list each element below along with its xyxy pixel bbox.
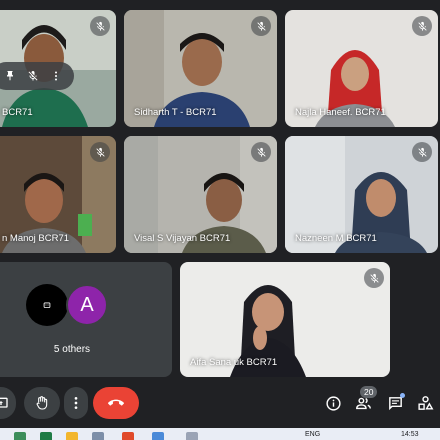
activities-icon xyxy=(417,395,433,410)
participant-name: Sidharth T - BCR71 xyxy=(134,107,217,118)
end-call-icon xyxy=(108,399,124,406)
others-tile[interactable]: A 5 others xyxy=(0,262,172,377)
avatar-letter: A xyxy=(80,293,94,316)
participant-name: n Manoj BCR71 xyxy=(2,233,70,244)
participant-tile-3[interactable]: Najla Haneef. BCR71 xyxy=(285,10,438,127)
unread-dot xyxy=(400,393,405,398)
info-icon xyxy=(325,395,341,411)
mic-off-icon xyxy=(251,142,271,162)
pin-icon[interactable] xyxy=(1,67,19,85)
system-clock[interactable]: 14:53 xyxy=(401,431,419,438)
participant-name: Nazneen M BCR71 xyxy=(295,233,377,244)
raise-hand-button[interactable] xyxy=(24,387,60,419)
participant-tile-2[interactable]: Sidharth T - BCR71 xyxy=(124,10,277,127)
others-avatar-1 xyxy=(26,284,68,326)
taskbar-app-icon[interactable] xyxy=(40,432,52,440)
participant-name: Najla Haneef. BCR71 xyxy=(295,107,386,118)
taskbar-app-icon[interactable] xyxy=(92,432,104,440)
mic-off-icon xyxy=(90,142,110,162)
participant-name: Visal S Vijayan BCR71 xyxy=(134,233,231,244)
mic-off-icon[interactable] xyxy=(24,67,42,85)
participant-tile-4[interactable]: n Manoj BCR71 xyxy=(0,136,116,253)
chrome-icon[interactable] xyxy=(152,432,164,440)
present-icon xyxy=(0,397,8,408)
participant-tile-6[interactable]: Nazneen M BCR71 xyxy=(285,136,438,253)
tile-hover-menu xyxy=(0,62,74,90)
leave-call-button[interactable] xyxy=(93,387,139,419)
mic-off-icon xyxy=(251,16,271,36)
more-vert-icon xyxy=(74,397,78,409)
people-button[interactable]: 20 xyxy=(352,386,378,414)
participant-name: Aifa Sana uk BCR71 xyxy=(190,357,278,368)
others-avatar-2: A xyxy=(66,284,108,326)
more-vert-icon[interactable] xyxy=(47,67,65,85)
mic-off-icon xyxy=(412,16,432,36)
present-button[interactable] xyxy=(0,387,16,419)
meet-stage: BCR71 Sidharth T - BCR71 Najla Haneef. B… xyxy=(0,0,440,440)
folder-icon[interactable] xyxy=(66,432,78,440)
os-taskbar: ENG 14:53 xyxy=(0,428,440,440)
participant-tile-5[interactable]: Visal S Vijayan BCR71 xyxy=(124,136,277,253)
participant-count-badge: 20 xyxy=(360,386,378,398)
mic-off-icon xyxy=(364,268,384,288)
mic-off-icon xyxy=(90,16,110,36)
participant-tile-7[interactable]: Aifa Sana uk BCR71 xyxy=(180,262,390,377)
activities-button[interactable] xyxy=(414,392,436,414)
meeting-details-button[interactable] xyxy=(322,392,344,414)
robot-icon xyxy=(43,302,51,308)
taskbar-app-icon[interactable] xyxy=(122,432,134,440)
participant-tile-1[interactable]: BCR71 xyxy=(0,10,116,127)
participant-name: BCR71 xyxy=(2,107,33,118)
meeting-controls: 20 xyxy=(0,380,440,426)
taskbar-app-icon[interactable] xyxy=(14,432,26,440)
more-options-button[interactable] xyxy=(64,387,88,419)
chat-button[interactable] xyxy=(384,392,406,414)
others-count-label: 5 others xyxy=(53,344,91,355)
taskbar-app-icon[interactable] xyxy=(186,432,198,440)
raise-hand-icon xyxy=(36,396,48,410)
mic-off-icon xyxy=(412,142,432,162)
keyboard-language[interactable]: ENG xyxy=(305,431,320,438)
